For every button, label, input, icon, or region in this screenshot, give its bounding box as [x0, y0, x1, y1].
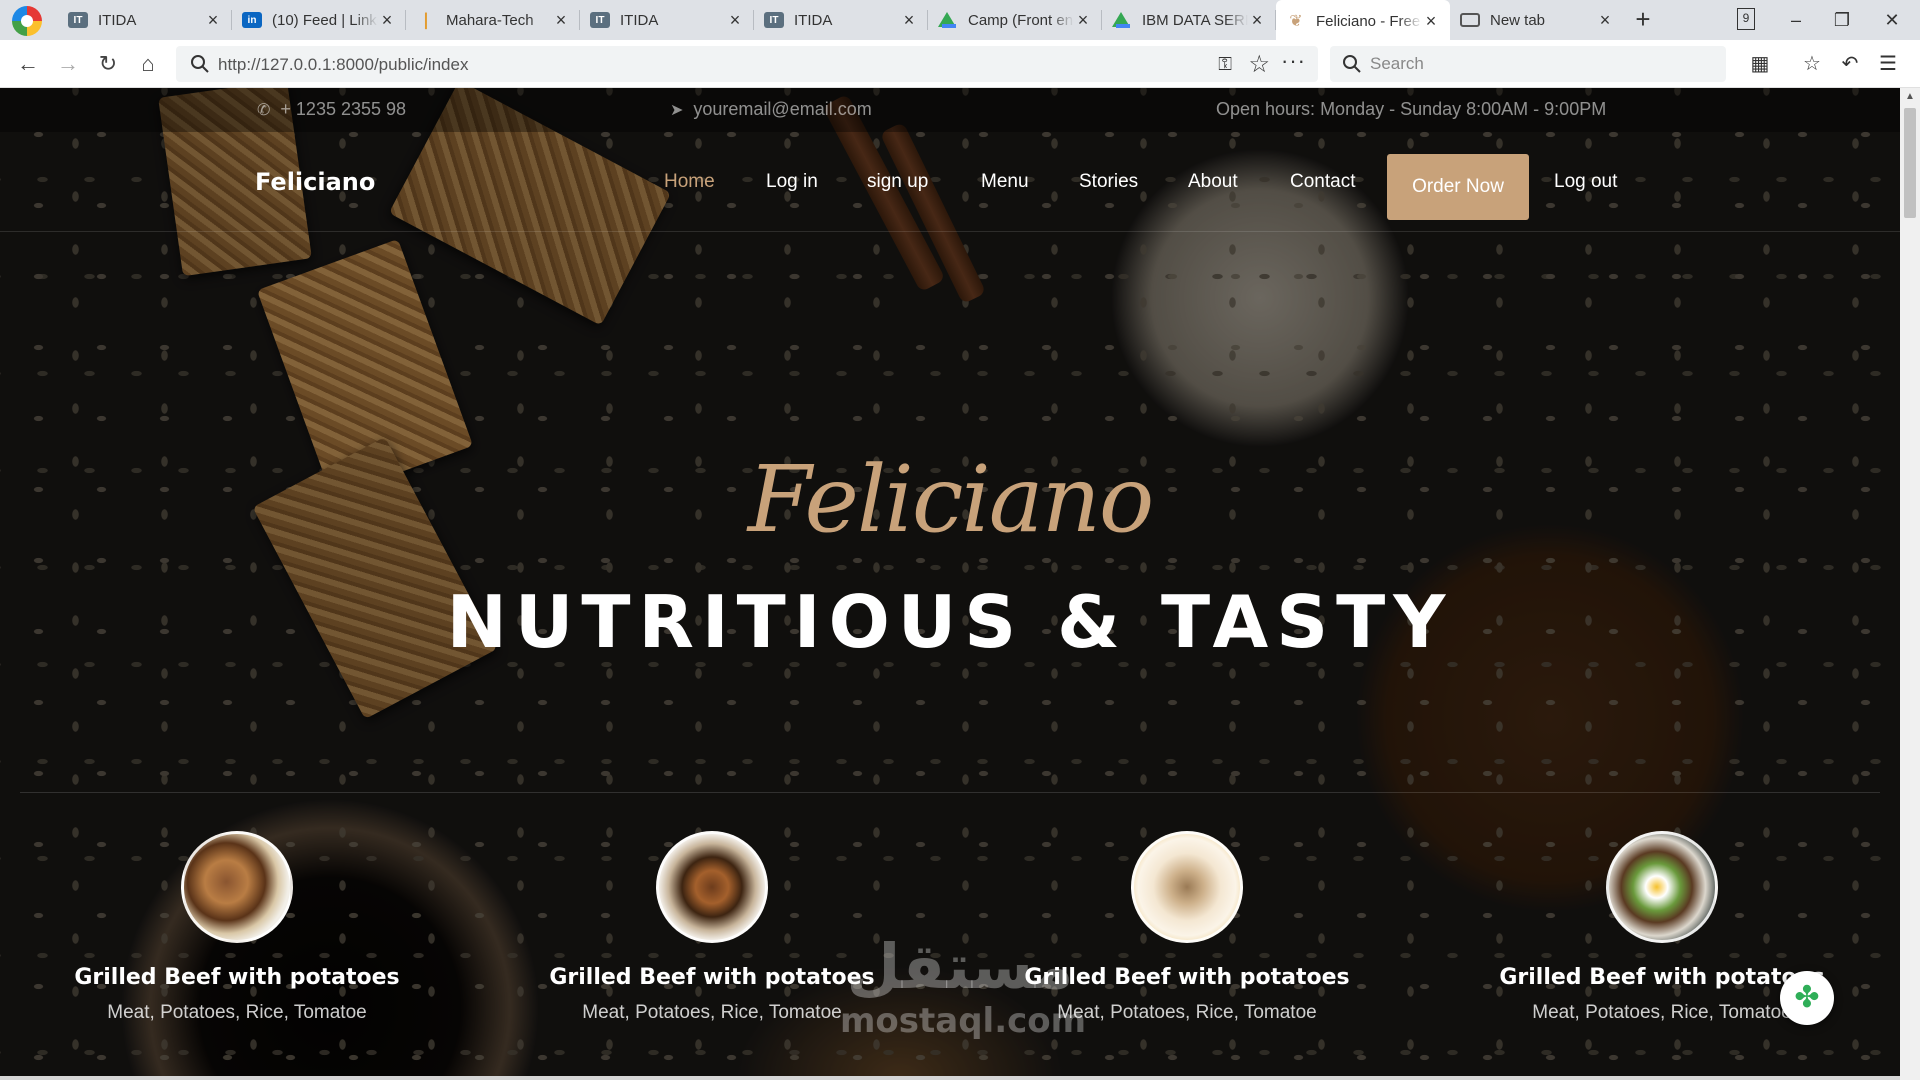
grid-icon[interactable]: ▦	[1744, 48, 1776, 80]
tab-title: New tab	[1490, 11, 1546, 29]
phone-text: + 1235 2355 98	[280, 99, 407, 119]
nav-contact[interactable]: Contact	[1290, 132, 1355, 232]
info-bar: ✆ + 1235 2355 98 ➤ youremail@email.com Ope…	[0, 88, 1900, 132]
brand-logo[interactable]: Feliciano	[255, 168, 375, 196]
tab-title: ITIDA	[620, 11, 659, 29]
close-icon[interactable]: ×	[1248, 10, 1266, 31]
dish-photo	[1131, 831, 1243, 943]
star-icon[interactable]: ☆	[1248, 50, 1270, 79]
dish-card[interactable]: Grilled Beef with potatoes Meat, Potatoe…	[2, 831, 472, 1024]
clover-icon[interactable]: ✤	[1780, 971, 1834, 1025]
itida-icon: IT	[68, 12, 88, 28]
nav-logout[interactable]: Log out	[1554, 132, 1617, 232]
horizontal-scrollbar[interactable]	[0, 1076, 1900, 1080]
watermark: مستقل mostaql.com	[840, 930, 1087, 1041]
close-icon[interactable]: ×	[900, 10, 918, 31]
tab-itida-1[interactable]: IT ITIDA ×	[58, 0, 232, 40]
tab-strip: IT ITIDA × in (10) Feed | LinkedIn × ❘ M…	[0, 0, 1920, 42]
close-icon[interactable]: ×	[1422, 11, 1440, 32]
close-icon[interactable]: ×	[204, 10, 222, 31]
itida-icon: IT	[764, 12, 784, 28]
nav-menu[interactable]: Menu	[981, 132, 1029, 232]
close-icon[interactable]: ×	[1596, 10, 1614, 31]
hours-info: Open hours: Monday - Sunday 8:00AM - 9:0…	[1216, 99, 1607, 119]
forward-button[interactable]: →	[52, 48, 84, 80]
search-input[interactable]	[1370, 54, 1710, 74]
key-icon[interactable]: ⚿	[1218, 54, 1232, 75]
google-drive-icon	[1112, 12, 1132, 28]
tab-itida-3[interactable]: IT ITIDA ×	[754, 0, 928, 40]
email-info: ➤ youremail@email.com	[670, 99, 872, 120]
email-text: youremail@email.com	[693, 99, 872, 119]
menu-icon[interactable]: ☰	[1872, 48, 1904, 80]
tab-title: Camp (Front end)	[968, 11, 1074, 29]
tab-mahara[interactable]: ❘ Mahara-Tech ×	[406, 0, 580, 40]
home-button[interactable]: ⌂	[132, 48, 164, 80]
close-icon[interactable]: ×	[378, 10, 396, 31]
address-bar[interactable]: http://127.0.0.1:8000/public/index ⚿ ☆ ·…	[176, 46, 1318, 82]
reload-button[interactable]: ↻	[92, 48, 124, 80]
nav-home[interactable]: Home	[664, 132, 715, 232]
tab-title: (10) Feed | LinkedIn	[272, 11, 378, 29]
tab-count-button[interactable]: 9	[1737, 8, 1755, 30]
feliciano-icon: ❦	[1289, 13, 1303, 30]
browser-logo-icon[interactable]	[12, 6, 42, 36]
more-icon[interactable]: ···	[1281, 48, 1306, 74]
itida-icon: IT	[590, 12, 610, 28]
divider	[20, 792, 1880, 793]
close-icon[interactable]: ×	[726, 10, 744, 31]
dish-description: Meat, Potatoes, Rice, Tomatoe	[107, 1002, 367, 1023]
tab-title: ITIDA	[98, 11, 137, 29]
tab-title: Mahara-Tech	[446, 11, 534, 29]
google-drive-icon	[938, 12, 958, 28]
paper-plane-icon: ➤	[670, 102, 684, 119]
hero-script-title: Feliciano	[747, 446, 1155, 553]
tab-itida-2[interactable]: IT ITIDA ×	[580, 0, 754, 40]
tab-camp[interactable]: Camp (Front end) ×	[928, 0, 1102, 40]
browser-toolbar: ← → ↻ ⌂ http://127.0.0.1:8000/public/ind…	[0, 40, 1920, 88]
search-icon	[191, 55, 209, 73]
tab-title: IBM DATA SERIES	[1142, 11, 1248, 29]
scroll-up-icon[interactable]: ▲	[1900, 88, 1920, 106]
url-text[interactable]: http://127.0.0.1:8000/public/index	[218, 55, 468, 75]
dish-photo	[1606, 831, 1718, 943]
nav-login[interactable]: Log in	[766, 132, 818, 232]
search-box[interactable]	[1330, 46, 1726, 82]
dish-name: Grilled Beef with potatoes	[74, 965, 400, 990]
tab-linkedin[interactable]: in (10) Feed | LinkedIn ×	[232, 0, 406, 40]
dish-photo	[656, 831, 768, 943]
favorites-icon[interactable]: ☆	[1796, 48, 1828, 80]
tab-new[interactable]: New tab ×	[1450, 0, 1624, 40]
website-viewport: ✆ + 1235 2355 98 ➤ youremail@email.com Ope…	[0, 88, 1900, 1080]
hero-heading: NUTRITIOUS & TASTY	[446, 580, 1454, 664]
maximize-button[interactable]: ❐	[1822, 6, 1862, 34]
new-tab-button[interactable]: +	[1628, 5, 1658, 35]
close-window-button[interactable]: ✕	[1872, 6, 1912, 34]
tab-feliciano[interactable]: ❦ Feliciano - Free ×	[1276, 0, 1450, 42]
close-icon[interactable]: ×	[552, 10, 570, 31]
watermark-arabic: مستقل	[846, 930, 1074, 1003]
scrollbar[interactable]: ▲	[1900, 88, 1920, 1080]
dish-photo	[181, 831, 293, 943]
order-now-button[interactable]: Order Now	[1387, 154, 1529, 220]
search-icon	[1343, 55, 1361, 73]
tab-title: ITIDA	[794, 11, 833, 29]
linkedin-icon: in	[242, 12, 262, 28]
mahara-icon: ❘	[419, 12, 433, 29]
nav-about[interactable]: About	[1188, 132, 1238, 232]
close-icon[interactable]: ×	[1074, 10, 1092, 31]
history-icon[interactable]: ↶	[1834, 48, 1866, 80]
minimize-button[interactable]: –	[1776, 6, 1816, 34]
tab-ibm[interactable]: IBM DATA SERIES ×	[1102, 0, 1276, 40]
scroll-thumb[interactable]	[1904, 108, 1916, 218]
main-nav: Feliciano Home Log in sign up Menu Stori…	[0, 132, 1900, 232]
new-tab-icon	[1460, 13, 1480, 27]
back-button[interactable]: ←	[12, 48, 44, 80]
phone-icon: ✆	[257, 102, 271, 119]
phone-info: ✆ + 1235 2355 98	[257, 99, 406, 120]
nav-signup[interactable]: sign up	[867, 132, 928, 232]
tab-title: Feliciano - Free	[1316, 12, 1421, 30]
watermark-latin: mostaql.com	[840, 1001, 1087, 1041]
nav-stories[interactable]: Stories	[1079, 132, 1138, 232]
